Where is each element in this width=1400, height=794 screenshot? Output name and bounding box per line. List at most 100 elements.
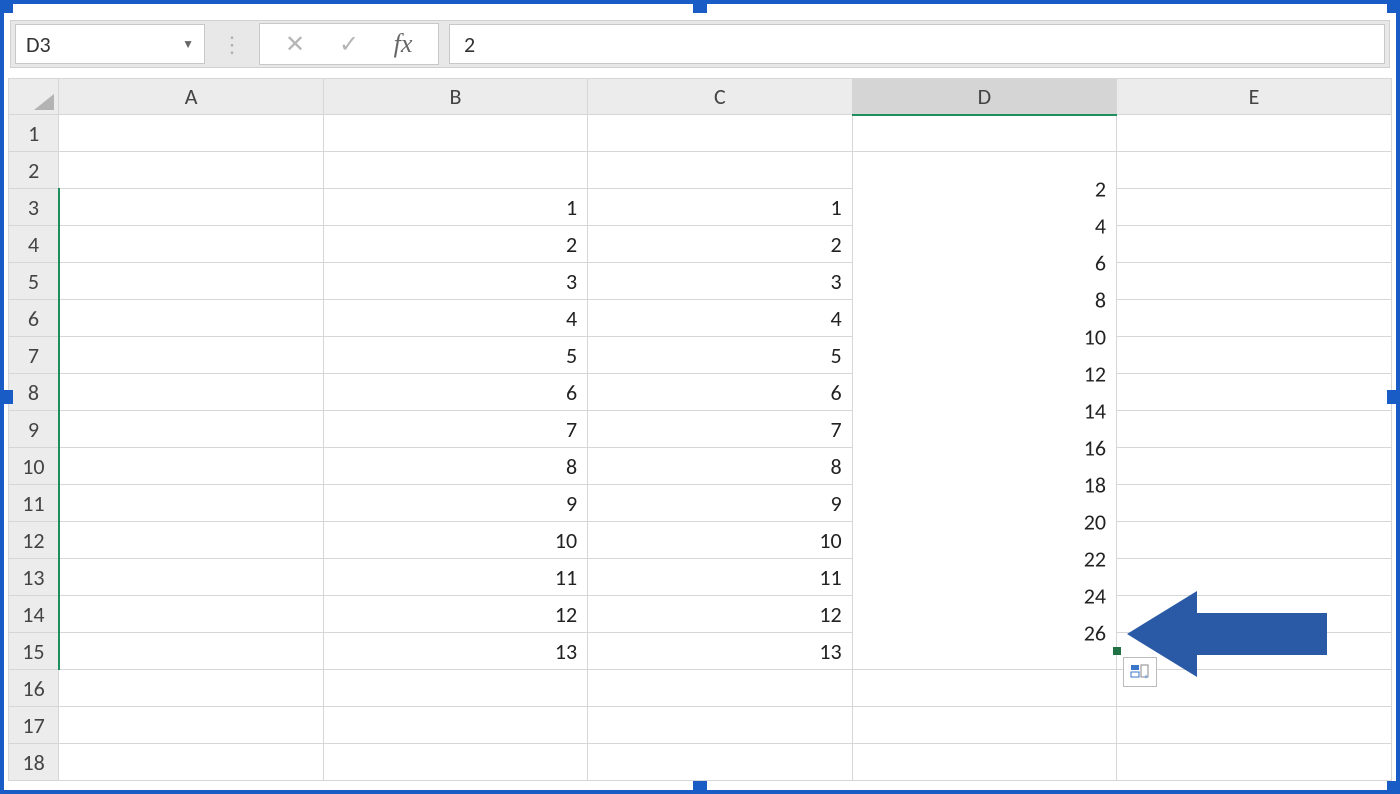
cell-a14[interactable] bbox=[59, 596, 323, 633]
cell-c14[interactable]: 12 bbox=[588, 596, 852, 633]
cell-b17[interactable] bbox=[323, 707, 587, 744]
cell-e18[interactable] bbox=[1117, 744, 1392, 781]
cell-d17[interactable] bbox=[852, 707, 1116, 744]
resize-handle-top-right[interactable] bbox=[1387, 0, 1400, 13]
select-all-corner[interactable] bbox=[9, 79, 59, 115]
cell-b5[interactable]: 3 bbox=[323, 263, 587, 300]
row-header-2[interactable]: 2 bbox=[9, 152, 59, 189]
cell-c10[interactable]: 8 bbox=[588, 448, 852, 485]
cell-b14[interactable]: 12 bbox=[323, 596, 587, 633]
cell-e7[interactable] bbox=[1117, 337, 1392, 374]
cell-a4[interactable] bbox=[59, 226, 323, 263]
row-header-5[interactable]: 5 bbox=[9, 263, 59, 300]
column-header-e[interactable]: E bbox=[1117, 79, 1392, 115]
column-header-d[interactable]: D bbox=[852, 79, 1116, 115]
cell-d9[interactable]: 14 bbox=[852, 392, 1116, 429]
cell-c9[interactable]: 7 bbox=[588, 411, 852, 448]
cell-d13[interactable]: 22 bbox=[852, 540, 1116, 577]
cell-b4[interactable]: 2 bbox=[323, 226, 587, 263]
cell-e8[interactable] bbox=[1117, 374, 1392, 411]
cell-c5[interactable]: 3 bbox=[588, 263, 852, 300]
column-header-a[interactable]: A bbox=[59, 79, 323, 115]
cell-d3[interactable]: 2 bbox=[852, 170, 1116, 207]
cell-a12[interactable] bbox=[59, 522, 323, 559]
cell-b10[interactable]: 8 bbox=[323, 448, 587, 485]
row-header-3[interactable]: 3 bbox=[9, 189, 59, 226]
chevron-down-icon[interactable]: ▼ bbox=[182, 37, 194, 52]
cell-e11[interactable] bbox=[1117, 485, 1392, 522]
cell-c11[interactable]: 9 bbox=[588, 485, 852, 522]
cell-d8[interactable]: 12 bbox=[852, 355, 1116, 392]
formula-input[interactable]: 2 bbox=[449, 24, 1385, 64]
cell-d18[interactable] bbox=[852, 744, 1116, 781]
cell-b3[interactable]: 1 bbox=[323, 189, 587, 226]
cell-e5[interactable] bbox=[1117, 263, 1392, 300]
row-header-13[interactable]: 13 bbox=[9, 559, 59, 596]
row-header-8[interactable]: 8 bbox=[9, 374, 59, 411]
row-header-14[interactable]: 14 bbox=[9, 596, 59, 633]
cancel-button[interactable]: ✕ bbox=[268, 26, 322, 62]
cell-e13[interactable] bbox=[1117, 559, 1392, 596]
cell-e2[interactable] bbox=[1117, 152, 1392, 189]
cell-b16[interactable] bbox=[323, 670, 587, 707]
row-header-7[interactable]: 7 bbox=[9, 337, 59, 374]
cell-d16[interactable] bbox=[852, 670, 1116, 707]
cell-a6[interactable] bbox=[59, 300, 323, 337]
fill-handle[interactable] bbox=[1113, 647, 1121, 655]
cell-d12[interactable]: 20 bbox=[852, 503, 1116, 540]
cell-c7[interactable]: 5 bbox=[588, 337, 852, 374]
cell-d5[interactable]: 6 bbox=[852, 244, 1116, 281]
cell-b1[interactable] bbox=[323, 115, 587, 152]
cell-e12[interactable] bbox=[1117, 522, 1392, 559]
cell-b11[interactable]: 9 bbox=[323, 485, 587, 522]
cell-c1[interactable] bbox=[588, 115, 852, 152]
column-header-c[interactable]: C bbox=[588, 79, 852, 115]
cell-c3[interactable]: 1 bbox=[588, 189, 852, 226]
cell-d11[interactable]: 18 bbox=[852, 466, 1116, 503]
row-header-16[interactable]: 16 bbox=[9, 670, 59, 707]
cell-b12[interactable]: 10 bbox=[323, 522, 587, 559]
cell-c13[interactable]: 11 bbox=[588, 559, 852, 596]
cell-e6[interactable] bbox=[1117, 300, 1392, 337]
cell-e17[interactable] bbox=[1117, 707, 1392, 744]
row-header-1[interactable]: 1 bbox=[9, 115, 59, 152]
cell-d1[interactable] bbox=[852, 115, 1116, 152]
row-header-10[interactable]: 10 bbox=[9, 448, 59, 485]
row-header-4[interactable]: 4 bbox=[9, 226, 59, 263]
resize-handle-top[interactable] bbox=[693, 0, 707, 13]
cell-a11[interactable] bbox=[59, 485, 323, 522]
cell-b7[interactable]: 5 bbox=[323, 337, 587, 374]
cell-d6[interactable]: 8 bbox=[852, 281, 1116, 318]
cell-b13[interactable]: 11 bbox=[323, 559, 587, 596]
cell-e10[interactable] bbox=[1117, 448, 1392, 485]
column-header-b[interactable]: B bbox=[323, 79, 587, 115]
cell-c17[interactable] bbox=[588, 707, 852, 744]
cell-a16[interactable] bbox=[59, 670, 323, 707]
accept-button[interactable]: ✓ bbox=[322, 26, 376, 62]
row-header-17[interactable]: 17 bbox=[9, 707, 59, 744]
cell-b9[interactable]: 7 bbox=[323, 411, 587, 448]
cell-a2[interactable] bbox=[59, 152, 323, 189]
cell-d7[interactable]: 10 bbox=[852, 318, 1116, 355]
row-header-6[interactable]: 6 bbox=[9, 300, 59, 337]
cell-a15[interactable] bbox=[59, 633, 323, 670]
cell-a1[interactable] bbox=[59, 115, 323, 152]
cell-b2[interactable] bbox=[323, 152, 587, 189]
cell-c2[interactable] bbox=[588, 152, 852, 189]
cell-a5[interactable] bbox=[59, 263, 323, 300]
insert-function-button[interactable]: fx bbox=[376, 26, 430, 62]
cell-c16[interactable] bbox=[588, 670, 852, 707]
worksheet[interactable]: ABCDE 1231124224533664487551086612977141… bbox=[8, 78, 1392, 786]
cell-a9[interactable] bbox=[59, 411, 323, 448]
cell-b8[interactable]: 6 bbox=[323, 374, 587, 411]
cell-b6[interactable]: 4 bbox=[323, 300, 587, 337]
name-box[interactable]: D3 ▼ bbox=[15, 24, 205, 64]
cell-c15[interactable]: 13 bbox=[588, 633, 852, 670]
cell-c6[interactable]: 4 bbox=[588, 300, 852, 337]
cell-a3[interactable] bbox=[59, 189, 323, 226]
cell-d10[interactable]: 16 bbox=[852, 429, 1116, 466]
row-header-11[interactable]: 11 bbox=[9, 485, 59, 522]
cell-e4[interactable] bbox=[1117, 226, 1392, 263]
cell-b15[interactable]: 13 bbox=[323, 633, 587, 670]
cell-a17[interactable] bbox=[59, 707, 323, 744]
